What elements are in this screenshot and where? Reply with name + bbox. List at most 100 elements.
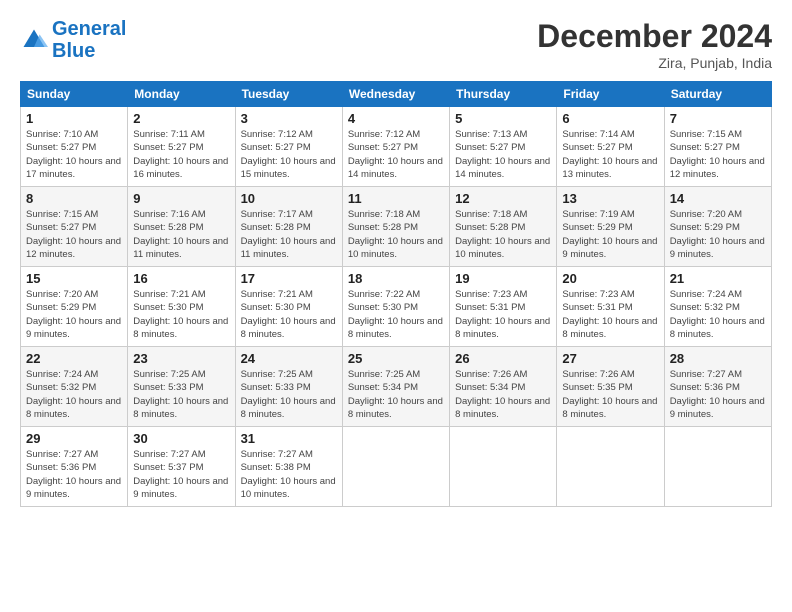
daylight-label: Daylight: 10 hours and 8 minutes. [26,396,121,420]
table-row: 3 Sunrise: 7:12 AM Sunset: 5:27 PM Dayli… [235,107,342,187]
sunrise-label: Sunrise: 7:23 AM [562,289,634,300]
table-row: 31 Sunrise: 7:27 AM Sunset: 5:38 PM Dayl… [235,427,342,507]
col-wednesday: Wednesday [342,82,449,107]
day-info: Sunrise: 7:15 AM Sunset: 5:27 PM Dayligh… [670,128,766,181]
sunset-label: Sunset: 5:29 PM [562,222,632,233]
day-number: 28 [670,351,766,366]
sunrise-label: Sunrise: 7:16 AM [133,209,205,220]
sunrise-label: Sunrise: 7:15 AM [26,209,98,220]
daylight-label: Daylight: 10 hours and 8 minutes. [348,316,443,340]
daylight-label: Daylight: 10 hours and 10 minutes. [241,476,336,500]
day-number: 23 [133,351,229,366]
day-info: Sunrise: 7:13 AM Sunset: 5:27 PM Dayligh… [455,128,551,181]
table-row [664,427,771,507]
table-row: 7 Sunrise: 7:15 AM Sunset: 5:27 PM Dayli… [664,107,771,187]
table-row: 16 Sunrise: 7:21 AM Sunset: 5:30 PM Dayl… [128,267,235,347]
day-info: Sunrise: 7:27 AM Sunset: 5:36 PM Dayligh… [26,448,122,501]
sunset-label: Sunset: 5:36 PM [26,462,96,473]
table-row: 6 Sunrise: 7:14 AM Sunset: 5:27 PM Dayli… [557,107,664,187]
sunrise-label: Sunrise: 7:25 AM [241,369,313,380]
day-info: Sunrise: 7:24 AM Sunset: 5:32 PM Dayligh… [670,288,766,341]
day-number: 18 [348,271,444,286]
day-number: 8 [26,191,122,206]
day-info: Sunrise: 7:25 AM Sunset: 5:34 PM Dayligh… [348,368,444,421]
daylight-label: Daylight: 10 hours and 8 minutes. [455,396,550,420]
daylight-label: Daylight: 10 hours and 8 minutes. [562,316,657,340]
sunset-label: Sunset: 5:30 PM [241,302,311,313]
table-row: 12 Sunrise: 7:18 AM Sunset: 5:28 PM Dayl… [450,187,557,267]
sunrise-label: Sunrise: 7:25 AM [348,369,420,380]
day-info: Sunrise: 7:17 AM Sunset: 5:28 PM Dayligh… [241,208,337,261]
table-row: 14 Sunrise: 7:20 AM Sunset: 5:29 PM Dayl… [664,187,771,267]
sunset-label: Sunset: 5:33 PM [133,382,203,393]
col-sunday: Sunday [21,82,128,107]
day-number: 29 [26,431,122,446]
daylight-label: Daylight: 10 hours and 16 minutes. [133,156,228,180]
sunrise-label: Sunrise: 7:27 AM [26,449,98,460]
table-row: 28 Sunrise: 7:27 AM Sunset: 5:36 PM Dayl… [664,347,771,427]
daylight-label: Daylight: 10 hours and 12 minutes. [670,156,765,180]
day-info: Sunrise: 7:26 AM Sunset: 5:35 PM Dayligh… [562,368,658,421]
daylight-label: Daylight: 10 hours and 13 minutes. [562,156,657,180]
sunrise-label: Sunrise: 7:27 AM [133,449,205,460]
day-info: Sunrise: 7:12 AM Sunset: 5:27 PM Dayligh… [241,128,337,181]
day-number: 27 [562,351,658,366]
day-number: 14 [670,191,766,206]
daylight-label: Daylight: 10 hours and 8 minutes. [455,316,550,340]
sunrise-label: Sunrise: 7:27 AM [241,449,313,460]
sunset-label: Sunset: 5:27 PM [26,142,96,153]
day-info: Sunrise: 7:14 AM Sunset: 5:27 PM Dayligh… [562,128,658,181]
daylight-label: Daylight: 10 hours and 11 minutes. [241,236,336,260]
day-info: Sunrise: 7:21 AM Sunset: 5:30 PM Dayligh… [133,288,229,341]
table-row: 29 Sunrise: 7:27 AM Sunset: 5:36 PM Dayl… [21,427,128,507]
day-info: Sunrise: 7:27 AM Sunset: 5:38 PM Dayligh… [241,448,337,501]
sunrise-label: Sunrise: 7:21 AM [133,289,205,300]
day-number: 1 [26,111,122,126]
table-row: 10 Sunrise: 7:17 AM Sunset: 5:28 PM Dayl… [235,187,342,267]
sunset-label: Sunset: 5:27 PM [348,142,418,153]
day-info: Sunrise: 7:10 AM Sunset: 5:27 PM Dayligh… [26,128,122,181]
table-row: 26 Sunrise: 7:26 AM Sunset: 5:34 PM Dayl… [450,347,557,427]
day-info: Sunrise: 7:18 AM Sunset: 5:28 PM Dayligh… [455,208,551,261]
calendar-week-row: 15 Sunrise: 7:20 AM Sunset: 5:29 PM Dayl… [21,267,772,347]
day-number: 25 [348,351,444,366]
sunset-label: Sunset: 5:35 PM [562,382,632,393]
sunrise-label: Sunrise: 7:25 AM [133,369,205,380]
sunset-label: Sunset: 5:30 PM [133,302,203,313]
daylight-label: Daylight: 10 hours and 9 minutes. [670,236,765,260]
month-title: December 2024 [537,18,772,55]
daylight-label: Daylight: 10 hours and 8 minutes. [241,316,336,340]
daylight-label: Daylight: 10 hours and 9 minutes. [562,236,657,260]
table-row [450,427,557,507]
table-row: 20 Sunrise: 7:23 AM Sunset: 5:31 PM Dayl… [557,267,664,347]
logo-text: General Blue [52,18,126,62]
daylight-label: Daylight: 10 hours and 8 minutes. [133,396,228,420]
table-row: 25 Sunrise: 7:25 AM Sunset: 5:34 PM Dayl… [342,347,449,427]
day-number: 4 [348,111,444,126]
calendar-week-row: 8 Sunrise: 7:15 AM Sunset: 5:27 PM Dayli… [21,187,772,267]
day-number: 19 [455,271,551,286]
day-number: 16 [133,271,229,286]
location: Zira, Punjab, India [537,55,772,71]
sunrise-label: Sunrise: 7:19 AM [562,209,634,220]
table-row: 11 Sunrise: 7:18 AM Sunset: 5:28 PM Dayl… [342,187,449,267]
table-row [342,427,449,507]
day-number: 17 [241,271,337,286]
daylight-label: Daylight: 10 hours and 10 minutes. [348,236,443,260]
day-info: Sunrise: 7:20 AM Sunset: 5:29 PM Dayligh… [26,288,122,341]
day-info: Sunrise: 7:25 AM Sunset: 5:33 PM Dayligh… [133,368,229,421]
table-row: 1 Sunrise: 7:10 AM Sunset: 5:27 PM Dayli… [21,107,128,187]
daylight-label: Daylight: 10 hours and 12 minutes. [26,236,121,260]
sunset-label: Sunset: 5:28 PM [348,222,418,233]
table-row [557,427,664,507]
day-number: 7 [670,111,766,126]
day-number: 20 [562,271,658,286]
sunrise-label: Sunrise: 7:18 AM [455,209,527,220]
sunrise-label: Sunrise: 7:11 AM [133,129,205,140]
day-info: Sunrise: 7:21 AM Sunset: 5:30 PM Dayligh… [241,288,337,341]
daylight-label: Daylight: 10 hours and 9 minutes. [670,396,765,420]
calendar-header-row: Sunday Monday Tuesday Wednesday Thursday… [21,82,772,107]
table-row: 22 Sunrise: 7:24 AM Sunset: 5:32 PM Dayl… [21,347,128,427]
sunset-label: Sunset: 5:36 PM [670,382,740,393]
day-number: 21 [670,271,766,286]
